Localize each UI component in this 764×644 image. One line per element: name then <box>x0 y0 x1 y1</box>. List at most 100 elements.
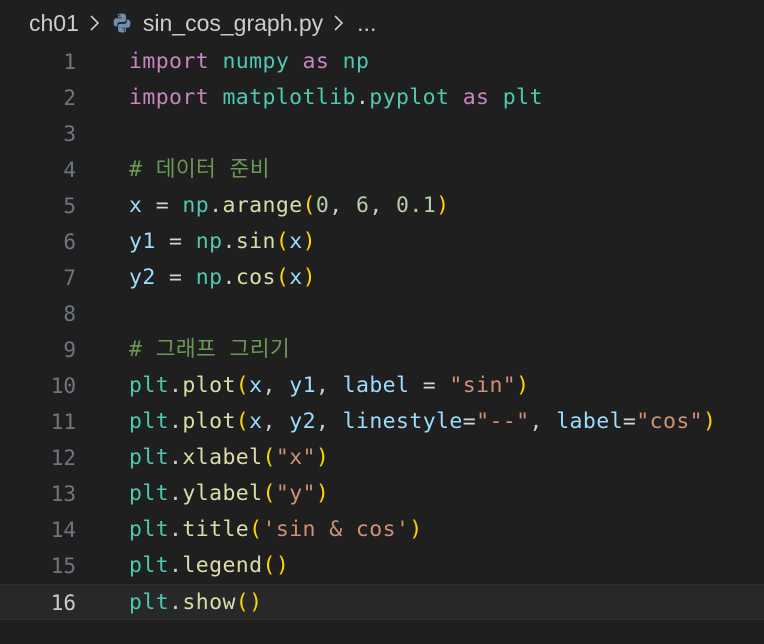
code-token: np <box>195 229 223 254</box>
code-line[interactable]: 12 plt.xlabel("x") <box>0 440 764 476</box>
code-token: = <box>622 409 637 434</box>
code-text[interactable]: plt.title('sin & cos') <box>129 512 423 548</box>
line-number: 10 <box>50 374 76 398</box>
breadcrumb-folder[interactable]: ch01 <box>29 10 79 37</box>
line-number: 6 <box>63 230 76 254</box>
code-line[interactable]: 1 import numpy as np <box>0 44 764 80</box>
code-token: cos <box>235 265 276 290</box>
code-token: ) <box>516 373 530 398</box>
line-number: 12 <box>50 446 76 470</box>
line-number: 13 <box>50 482 76 506</box>
code-line[interactable]: 9 # 그래프 그리기 <box>0 332 764 368</box>
code-token: # 데이터 준비 <box>129 157 270 182</box>
code-token: plot <box>182 409 236 434</box>
code-token: "--" <box>476 409 530 434</box>
code-text[interactable]: plt.plot(x, y1, label = "sin") <box>129 368 530 404</box>
code-token: # 그래프 그리기 <box>129 337 291 362</box>
code-token: x <box>289 265 303 290</box>
code-token: ) <box>436 193 450 218</box>
breadcrumb: ch01 sin_cos_graph.py ... <box>0 0 764 46</box>
python-file-icon <box>111 12 133 34</box>
line-number: 3 <box>63 122 76 146</box>
code-line[interactable]: 14 plt.title('sin & cos') <box>0 512 764 548</box>
breadcrumb-file[interactable]: sin_cos_graph.py <box>143 10 323 37</box>
code-token: label <box>556 409 623 434</box>
code-token: "y" <box>275 481 316 506</box>
line-number: 2 <box>63 86 76 110</box>
code-token: ) <box>302 265 316 290</box>
code-editor[interactable]: 1 import numpy as np 2 import matplotlib.py… <box>0 44 764 620</box>
code-token: x <box>289 229 303 254</box>
code-token: ( <box>235 409 250 434</box>
code-line[interactable]: 3 <box>0 116 764 152</box>
code-token: plot <box>182 373 236 398</box>
code-token: title <box>182 517 250 542</box>
code-token: x <box>249 409 263 434</box>
code-line[interactable]: 7 y2 = np.cos(x) <box>0 260 764 296</box>
code-token: np <box>182 193 210 218</box>
code-line[interactable]: 11 plt.plot(x, y2, linestyle="--", label=… <box>0 404 764 440</box>
code-text[interactable]: plt.xlabel("x") <box>129 440 329 476</box>
code-token: , <box>262 409 290 434</box>
breadcrumb-symbol-ellipsis[interactable]: ... <box>357 10 376 37</box>
code-line[interactable]: 6 y1 = np.sin(x) <box>0 224 764 260</box>
code-token: . <box>209 193 223 218</box>
code-token: = <box>155 265 196 290</box>
line-number: 1 <box>63 50 76 74</box>
code-line[interactable]: 15 plt.legend() <box>0 548 764 584</box>
code-line[interactable]: 8 <box>0 296 764 332</box>
code-token: () <box>262 553 290 578</box>
code-token: . <box>169 590 183 615</box>
line-number: 5 <box>63 194 76 218</box>
code-text[interactable]: plt.show() <box>129 585 263 621</box>
code-token: , <box>315 373 343 398</box>
code-line[interactable]: 4 # 데이터 준비 <box>0 152 764 188</box>
code-line[interactable]: 16 plt.show() <box>0 584 764 620</box>
code-token: . <box>169 409 183 434</box>
code-token: . <box>169 445 183 470</box>
code-text[interactable]: # 데이터 준비 <box>129 152 270 188</box>
code-token: 6 <box>355 193 370 218</box>
code-token: . <box>169 373 183 398</box>
line-number: 7 <box>63 266 76 290</box>
code-text[interactable]: plt.plot(x, y2, linestyle="--", label="c… <box>129 404 716 440</box>
code-text[interactable]: plt.ylabel("y") <box>129 476 329 512</box>
code-token: , <box>315 409 343 434</box>
code-token: x <box>249 373 263 398</box>
code-token: ) <box>409 517 423 542</box>
code-text[interactable]: y2 = np.cos(x) <box>129 260 316 296</box>
line-number: 8 <box>63 302 76 326</box>
code-token: , <box>529 409 557 434</box>
code-token: plt <box>129 553 170 578</box>
code-token: "x" <box>275 445 316 470</box>
code-token: arange <box>222 193 303 218</box>
code-token: y1 <box>289 373 316 398</box>
code-text[interactable]: y1 = np.sin(x) <box>129 224 316 260</box>
code-token: . <box>355 85 370 110</box>
line-number: 9 <box>63 338 76 362</box>
code-token: ( <box>302 193 316 218</box>
code-token: . <box>169 517 183 542</box>
code-text[interactable]: plt.legend() <box>129 548 289 584</box>
code-token: ( <box>275 229 290 254</box>
code-text[interactable]: x = np.arange(0, 6, 0.1) <box>129 188 449 224</box>
code-token: 'sin & cos' <box>262 517 410 542</box>
code-token: "cos" <box>636 409 704 434</box>
code-token: . <box>169 553 183 578</box>
code-text[interactable]: # 그래프 그리기 <box>129 332 290 368</box>
code-token: ) <box>302 229 316 254</box>
line-number: 15 <box>50 554 76 578</box>
code-text[interactable]: import matplotlib.pyplot as plt <box>129 80 543 116</box>
code-token: plt <box>502 85 543 110</box>
code-line[interactable]: 5 x = np.arange(0, 6, 0.1) <box>0 188 764 224</box>
code-token: import <box>129 85 210 110</box>
code-line[interactable]: 13 plt.ylabel("y") <box>0 476 764 512</box>
code-line[interactable]: 2 import matplotlib.pyplot as plt <box>0 80 764 116</box>
code-line[interactable]: 10 plt.plot(x, y1, label = "sin") <box>0 368 764 404</box>
line-number: 11 <box>50 410 76 434</box>
code-text[interactable]: import numpy as np <box>129 44 369 80</box>
